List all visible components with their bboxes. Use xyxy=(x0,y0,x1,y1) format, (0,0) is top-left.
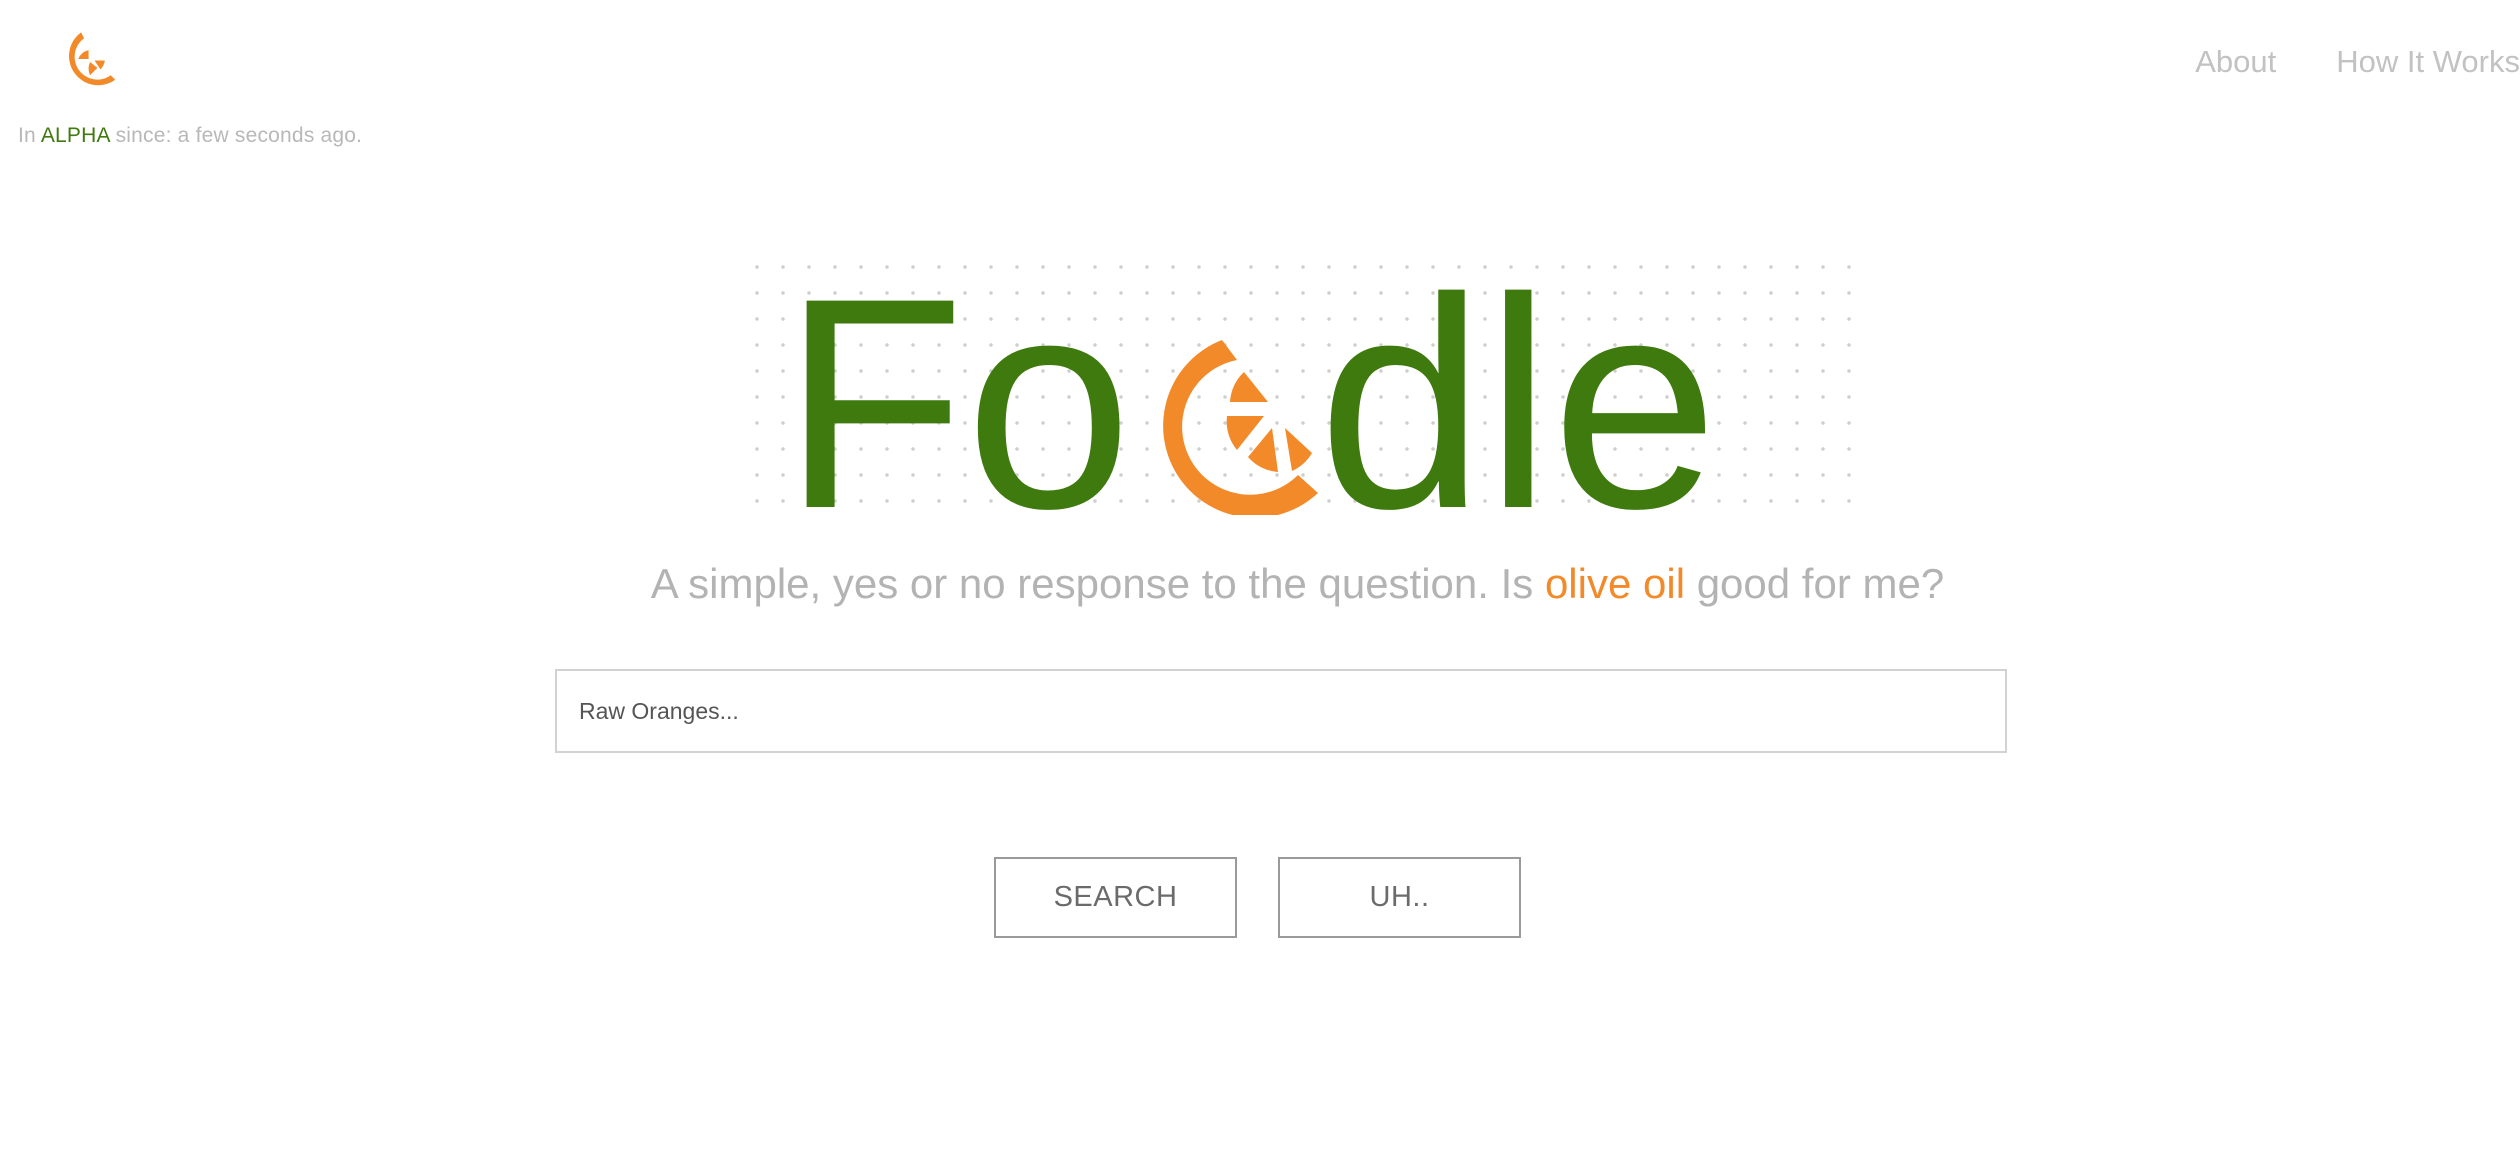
alpha-suffix: since: a few seconds ago. xyxy=(115,124,363,147)
nav-how-it-works-link[interactable]: How It Works xyxy=(2336,44,2520,80)
orange-slice-icon xyxy=(1163,340,1318,515)
top-nav: About How It Works xyxy=(2195,44,2520,80)
orange-slice-icon[interactable] xyxy=(56,22,130,96)
alpha-prefix: In xyxy=(18,124,36,147)
tagline-prefix: A simple, yes or no response to the ques… xyxy=(650,560,1534,607)
uh-button[interactable]: UH.. xyxy=(1278,857,1521,938)
alpha-status: In ALPHA since: a few seconds ago. xyxy=(18,124,362,148)
logo-text-left: Fo xyxy=(782,250,1132,515)
search-input[interactable] xyxy=(555,669,2007,753)
hero-logo: Fo dle xyxy=(740,250,1855,515)
alpha-badge: ALPHA xyxy=(40,124,110,147)
tagline-food: olive oil xyxy=(1544,560,1686,607)
search-button[interactable]: SEARCH xyxy=(994,857,1237,938)
tagline: A simple, yes or no response to the ques… xyxy=(0,560,2520,608)
tagline-suffix: good for me? xyxy=(1696,560,1945,607)
logo-text-right: dle xyxy=(1318,250,1718,515)
nav-about-link[interactable]: About xyxy=(2195,44,2276,80)
